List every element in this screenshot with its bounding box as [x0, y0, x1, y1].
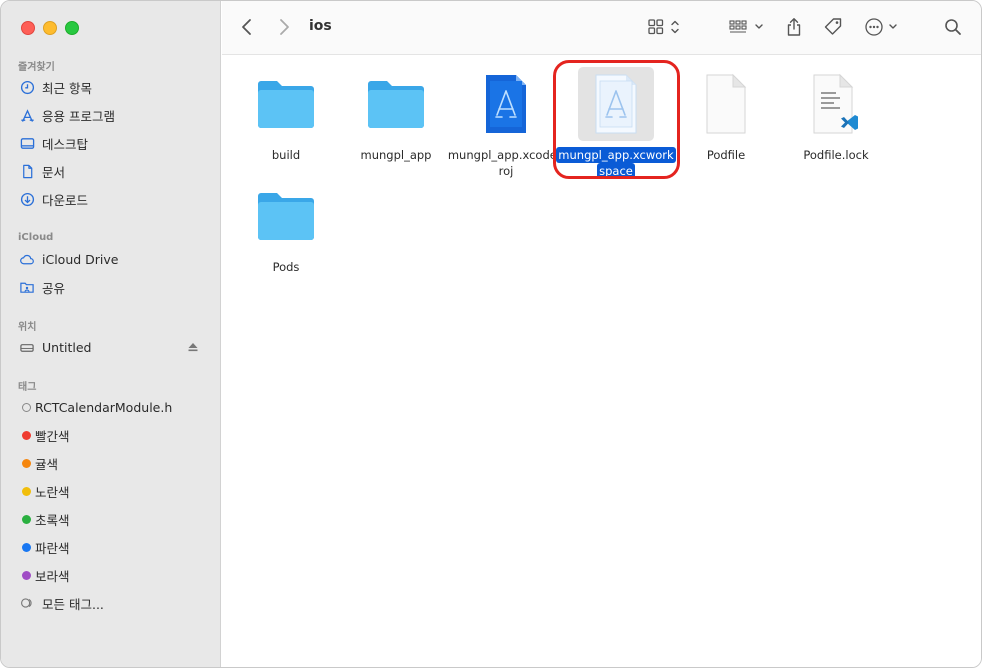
window-title: ios	[309, 18, 332, 34]
close-window-button[interactable]	[21, 21, 35, 35]
sidebar-tag-orange[interactable]: 귤색	[19, 452, 209, 474]
sidebar-tag-green[interactable]: 초록색	[19, 508, 209, 530]
cloud-icon	[19, 251, 35, 267]
file-name: Podfile.lock	[803, 148, 869, 162]
sidebar-item-label: RCTCalendarModule.h	[35, 399, 173, 415]
sidebar-item-label: 응용 프로그램	[42, 108, 115, 124]
clock-icon	[19, 79, 35, 95]
favorites-section-title: 즐겨찾기	[18, 62, 55, 73]
file-name: mungpl_app.xcworkspace	[556, 147, 676, 179]
sidebar-item-label: 최근 항목	[42, 80, 92, 96]
minimize-window-button[interactable]	[43, 21, 57, 35]
forward-chevron-icon[interactable]	[277, 14, 291, 40]
eject-icon[interactable]	[187, 341, 199, 356]
search-icon[interactable]	[944, 14, 962, 40]
file-browser: build mungpl_app mungpl_app.xcodeproj mu…	[222, 55, 981, 667]
sidebar-tag-yellow[interactable]: 노란색	[19, 480, 209, 502]
file-item-pods[interactable]: Pods	[226, 179, 346, 275]
sidebar-tag-purple[interactable]: 보라색	[19, 564, 209, 586]
vscode-document-icon	[798, 67, 874, 141]
file-name: Podfile	[706, 148, 746, 162]
tag-color-dot	[22, 542, 31, 552]
sidebar-item-label: 초록색	[35, 512, 70, 528]
sidebar-item-label: 문서	[42, 164, 66, 180]
more-icon[interactable]	[864, 14, 900, 40]
sidebar-item-icloud-drive[interactable]: iCloud Drive	[19, 248, 209, 270]
tag-color-dot	[22, 458, 31, 468]
sidebar: 즐겨찾기 최근 항목 응용 프로그램 데스크탑 문서 다운로드 iCloud i…	[1, 1, 221, 667]
sidebar-tag-red[interactable]: 빨간색	[19, 424, 209, 446]
folder-icon	[358, 67, 434, 141]
tag-icon[interactable]	[823, 14, 843, 40]
applications-icon	[19, 107, 35, 123]
file-name: mungpl_app.xcodeproj	[447, 148, 565, 178]
xcworkspace-icon	[578, 67, 654, 141]
sidebar-item-label: 다운로드	[42, 192, 89, 208]
tags-section-title: 태그	[18, 382, 37, 393]
file-item-mungpl-app[interactable]: mungpl_app	[336, 67, 456, 163]
sidebar-item-recents[interactable]: 최근 항목	[19, 76, 209, 98]
tag-color-dot	[22, 430, 31, 440]
document-icon	[688, 67, 764, 141]
sidebar-item-label: 파란색	[35, 540, 70, 556]
sidebar-item-label: Untitled	[42, 339, 92, 355]
sidebar-item-label: 노란색	[35, 484, 70, 500]
tag-color-dot	[22, 486, 31, 496]
back-chevron-icon[interactable]	[240, 14, 254, 40]
shared-folder-icon	[19, 279, 35, 295]
selected-file-name: mungpl_app.xcworkspace	[556, 147, 676, 179]
file-item-xcworkspace[interactable]: mungpl_app.xcworkspace	[556, 67, 676, 179]
sidebar-tag-all[interactable]: 모든 태그...	[19, 592, 209, 614]
tag-color-dot	[22, 402, 31, 412]
group-icon[interactable]	[728, 14, 766, 40]
file-name: build	[271, 148, 301, 162]
icon-view-icon[interactable]	[647, 14, 683, 40]
sidebar-item-downloads[interactable]: 다운로드	[19, 188, 209, 210]
toolbar: ios	[222, 1, 981, 55]
sidebar-item-label: iCloud Drive	[42, 251, 119, 267]
file-item-xcodeproj[interactable]: mungpl_app.xcodeproj	[446, 67, 566, 179]
sidebar-item-shared[interactable]: 공유	[19, 276, 209, 298]
icloud-section-title: iCloud	[18, 232, 54, 243]
traffic-lights	[21, 21, 79, 35]
folder-icon	[248, 179, 324, 253]
finder-window: 즐겨찾기 최근 항목 응용 프로그램 데스크탑 문서 다운로드 iCloud i…	[0, 0, 982, 668]
zoom-window-button[interactable]	[65, 21, 79, 35]
all-tags-icon	[19, 595, 35, 611]
tag-color-dot	[22, 514, 31, 524]
locations-section-title: 위치	[18, 322, 37, 333]
sidebar-item-desktop[interactable]: 데스크탑	[19, 132, 209, 154]
sidebar-item-label: 빨간색	[35, 428, 70, 444]
xcodeproj-icon	[468, 67, 544, 141]
file-name: Pods	[272, 260, 300, 274]
file-item-podfile-lock[interactable]: Podfile.lock	[776, 67, 896, 163]
folder-icon	[248, 67, 324, 141]
drive-icon	[19, 339, 35, 355]
sidebar-tag-blue[interactable]: 파란색	[19, 536, 209, 558]
file-item-podfile[interactable]: Podfile	[666, 67, 786, 163]
desktop-icon	[19, 135, 35, 151]
sidebar-item-label: 보라색	[35, 568, 70, 584]
tag-color-dot	[22, 570, 31, 580]
sidebar-tag-rctcalendarmodule[interactable]: RCTCalendarModule.h	[19, 396, 209, 418]
file-item-build[interactable]: build	[226, 67, 346, 163]
sidebar-item-label: 데스크탑	[42, 136, 89, 152]
sidebar-item-applications[interactable]: 응용 프로그램	[19, 104, 209, 126]
sidebar-item-label: 귤색	[35, 456, 59, 472]
sidebar-item-untitled[interactable]: Untitled	[19, 336, 209, 358]
sidebar-item-documents[interactable]: 문서	[19, 160, 209, 182]
share-icon[interactable]	[785, 14, 803, 40]
sidebar-item-label: 공유	[42, 280, 66, 296]
sidebar-item-label: 모든 태그...	[42, 596, 104, 612]
file-name: mungpl_app	[360, 148, 432, 162]
document-icon	[19, 163, 35, 179]
download-icon	[19, 191, 35, 207]
